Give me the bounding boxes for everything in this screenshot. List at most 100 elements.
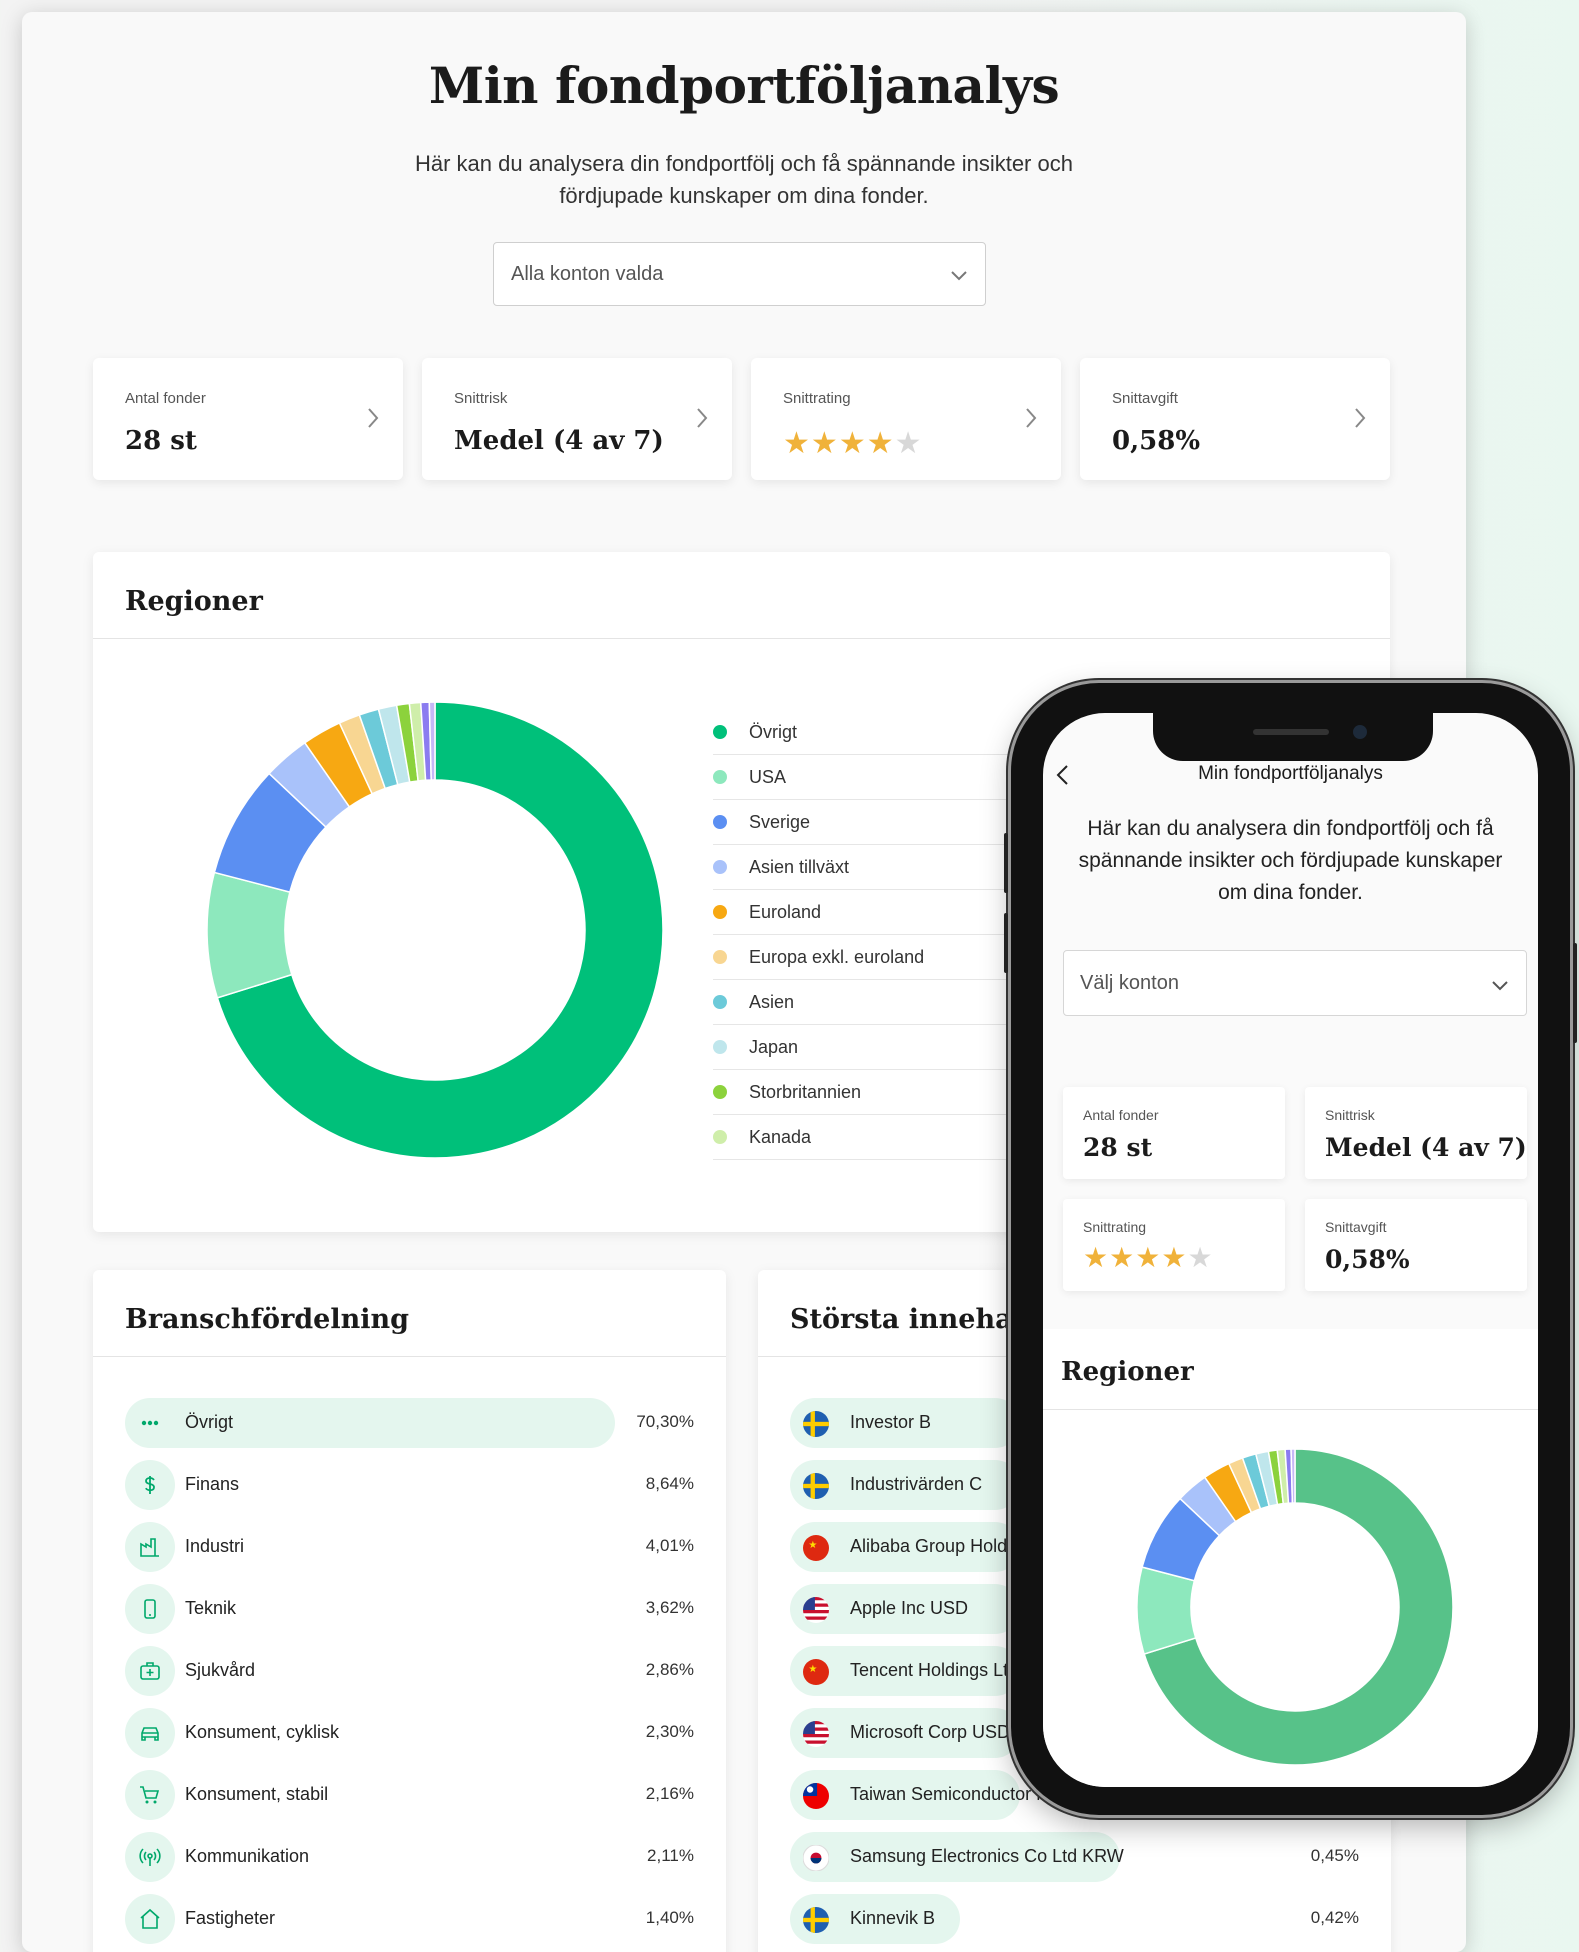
phone-nav-title: Min fondportföljanalys xyxy=(1198,763,1383,784)
flag-se-icon xyxy=(803,1473,829,1499)
legend-swatch xyxy=(713,905,727,919)
phone-account-select[interactable]: Välj konton xyxy=(1063,950,1527,1016)
phone-mockup: Min fondportföljanalys Här kan du analys… xyxy=(1004,683,1577,1815)
legend-label: Euroland xyxy=(749,902,822,922)
stat-card-risk[interactable]: Snittrisk Medel (4 av 7) xyxy=(422,358,732,480)
flag-badge xyxy=(790,1832,840,1882)
dollar-icon-badge xyxy=(125,1460,175,1510)
antenna-icon-badge xyxy=(125,1832,175,1882)
account-select-value: Alla konton valda xyxy=(511,263,664,285)
star-empty-icon: ★ xyxy=(894,427,923,460)
donut-slice-12[interactable] xyxy=(1290,1448,1296,1504)
regions-donut-chart xyxy=(206,701,664,1159)
page-intro: Här kan du analysera din fondportfölj oc… xyxy=(415,151,1073,208)
phone-icon xyxy=(144,1599,156,1619)
stat-value: Medel (4 av 7) xyxy=(1325,1133,1527,1162)
flag-badge xyxy=(790,1770,840,1820)
house-icon-badge xyxy=(125,1894,175,1944)
legend-swatch xyxy=(713,950,727,964)
legend-label: Asien tillväxt xyxy=(749,857,850,877)
legend-label: Kanada xyxy=(749,1127,812,1147)
stat-card-rating[interactable]: Snittrating ★★★★★ xyxy=(751,358,1061,480)
regions-heading: Regioner xyxy=(125,586,263,617)
account-select[interactable]: Alla konton valda xyxy=(493,242,986,306)
legend-swatch xyxy=(713,1040,727,1054)
medical-kit-icon-badge xyxy=(125,1646,175,1696)
legend-swatch xyxy=(713,770,727,784)
branch-row[interactable]: Sjukvård 2,86% xyxy=(125,1646,694,1696)
legend-swatch xyxy=(713,860,727,874)
flag-badge: ★ xyxy=(790,1522,840,1572)
branch-row[interactable]: Industri 4,01% xyxy=(125,1522,694,1572)
branch-card: Branschfördelning Övrigt 70,30% Finans 8… xyxy=(93,1270,726,1952)
branch-percent: 2,30% xyxy=(645,1722,694,1741)
branch-row[interactable]: Finans 8,64% xyxy=(125,1460,694,1510)
flag-badge xyxy=(790,1584,840,1634)
branch-row[interactable]: Konsument, stabil 2,16% xyxy=(125,1770,694,1820)
star-empty-icon: ★ xyxy=(1187,1242,1214,1273)
divider xyxy=(1043,1409,1538,1410)
stat-card-fund-count[interactable]: Antal fonder 28 st xyxy=(93,358,403,480)
stat-card-fee[interactable]: Snittavgift 0,58% xyxy=(1080,358,1390,480)
phone-account-select-value: Välj konton xyxy=(1080,972,1179,994)
antenna-icon xyxy=(139,1848,161,1866)
stat-value: 0,58% xyxy=(1325,1245,1410,1274)
holding-name: Alibaba Group Holdi xyxy=(850,1536,1012,1556)
chevron-down-icon xyxy=(951,271,967,281)
legend-label: Sverige xyxy=(749,812,811,832)
stat-value: 0,58% xyxy=(1112,426,1201,456)
legend-label: Asien xyxy=(749,992,795,1012)
stat-label: Snittrisk xyxy=(454,390,508,407)
holding-percent: 0,45% xyxy=(1310,1846,1359,1865)
donut-slice-2[interactable] xyxy=(206,871,293,999)
factory-icon-badge xyxy=(125,1522,175,1572)
legend-swatch xyxy=(713,1130,727,1144)
branch-row[interactable]: Övrigt 70,30% xyxy=(125,1398,694,1448)
star-filled-icon: ★ xyxy=(1109,1242,1136,1273)
holding-name: Investor B xyxy=(850,1412,932,1432)
flag-tw-icon xyxy=(803,1783,829,1809)
flag-kr-icon xyxy=(803,1845,829,1871)
holding-name: Taiwan Semiconductor M xyxy=(850,1784,1052,1804)
flag-badge xyxy=(790,1460,840,1510)
branch-name: Konsument, stabil xyxy=(185,1784,329,1804)
divider xyxy=(93,1356,726,1357)
legend-swatch xyxy=(713,815,727,829)
phone-stat-rating[interactable]: Snittrating ★★★★★ xyxy=(1063,1199,1285,1291)
medical-kit-icon xyxy=(140,1662,160,1680)
cart-icon xyxy=(140,1786,160,1804)
legend-swatch xyxy=(713,1085,727,1099)
dollar-icon xyxy=(145,1476,155,1494)
phone-stat-risk[interactable]: Snittrisk Medel (4 av 7) xyxy=(1305,1087,1527,1179)
car-icon xyxy=(141,1727,159,1741)
branch-percent: 4,01% xyxy=(645,1536,694,1555)
donut-slice-2[interactable] xyxy=(1136,1566,1197,1655)
phone-stat-fee[interactable]: Snittavgift 0,58% xyxy=(1305,1199,1527,1291)
branch-row[interactable]: Konsument, cyklisk 2,30% xyxy=(125,1708,694,1758)
dots-icon-badge xyxy=(125,1398,175,1448)
branch-percent: 2,16% xyxy=(645,1784,694,1803)
holding-name: Kinnevik B xyxy=(850,1908,936,1928)
star-filled-icon: ★ xyxy=(783,427,811,460)
stat-label: Snittrisk xyxy=(1325,1107,1375,1123)
svg-text:★: ★ xyxy=(808,1540,817,1551)
chevron-right-icon xyxy=(1026,408,1037,428)
flag-cn-icon: ★ xyxy=(803,1535,829,1561)
branch-row[interactable]: Teknik 3,62% xyxy=(125,1584,694,1634)
svg-text:★: ★ xyxy=(808,1664,817,1675)
holding-row[interactable]: Samsung Electronics Co Ltd KRW 0,45% xyxy=(790,1832,1359,1882)
branch-row[interactable]: Fastigheter 1,40% xyxy=(125,1894,694,1944)
branch-percent: 70,30% xyxy=(636,1412,694,1431)
legend-label: Storbritannien xyxy=(749,1082,862,1102)
page-title: Min fondportföljanalys xyxy=(428,56,1060,115)
branch-name: Kommunikation xyxy=(185,1846,310,1866)
holding-name: Industrivärden C xyxy=(850,1474,983,1494)
branch-row[interactable]: Kommunikation 2,11% xyxy=(125,1832,694,1882)
dots-icon xyxy=(141,1420,159,1426)
phone-regions-heading: Regioner xyxy=(1061,1357,1194,1387)
flag-badge xyxy=(790,1894,840,1944)
holding-row[interactable]: Kinnevik B 0,42% xyxy=(790,1894,1359,1944)
stat-label: Antal fonder xyxy=(1083,1107,1159,1123)
rating-stars: ★★★★★ xyxy=(1083,1241,1214,1274)
phone-stat-fund-count[interactable]: Antal fonder 28 st xyxy=(1063,1087,1285,1179)
